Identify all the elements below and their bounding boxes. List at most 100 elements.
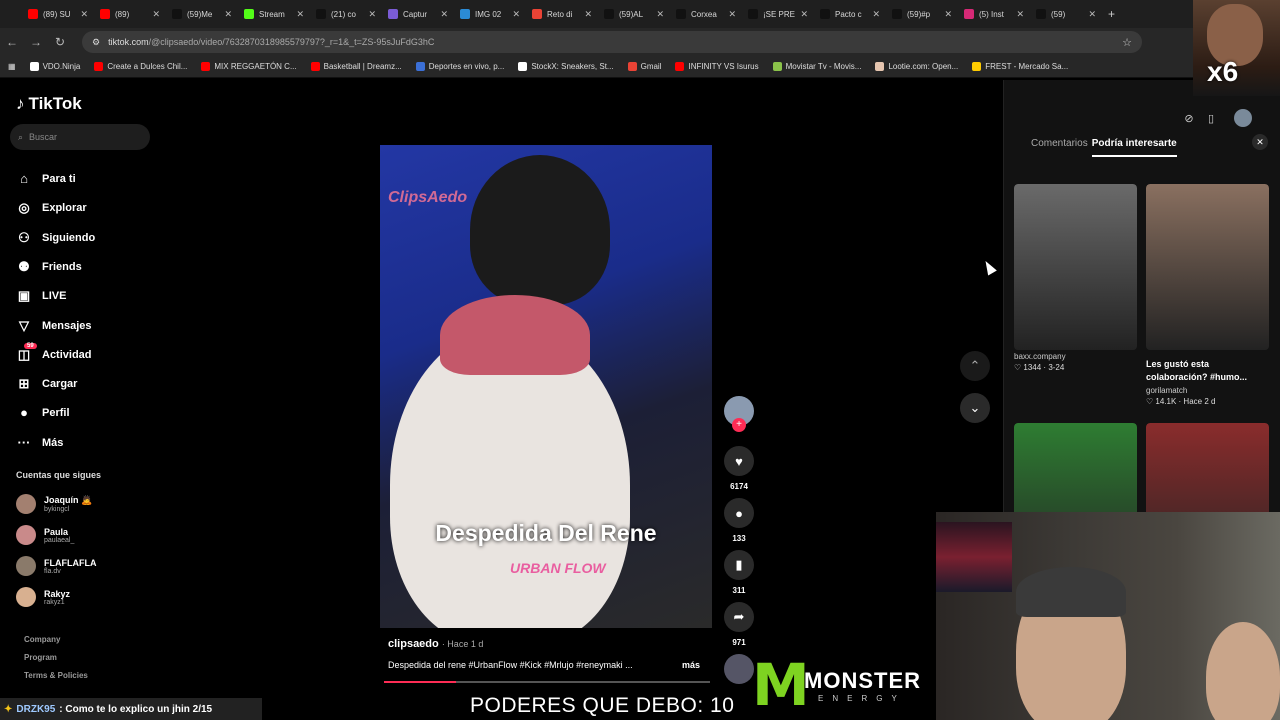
tab-favicon-icon <box>460 9 470 19</box>
sidebar-item-label: Explorar <box>42 202 87 214</box>
browser-tab[interactable]: (59)Me ✕ <box>166 0 238 28</box>
footer-link[interactable]: Company <box>24 635 60 644</box>
suggested-video-card[interactable]: baxx.company ♡ 1344 · 3-24 <box>1014 184 1137 372</box>
bookmark-item[interactable]: INFINITY VS Isurus <box>675 62 759 71</box>
tab-close-icon[interactable]: ✕ <box>224 9 232 20</box>
browser-tab[interactable]: (59) ✕ <box>1030 0 1102 28</box>
followed-account[interactable]: FLAFLAFLA fla.dv <box>16 556 96 576</box>
bookmark-item[interactable]: Gmail <box>627 62 661 71</box>
bookmark-item[interactable]: VDO.Ninja <box>29 62 80 71</box>
bookmark-item[interactable]: FREST - Mercado Sa... <box>972 62 1068 71</box>
tab-favicon-icon <box>892 9 902 19</box>
address-bar[interactable]: ⚙ tiktok.com/@clipsaedo/video/7632870318… <box>82 31 1142 53</box>
footer-link[interactable]: Terms & Policies <box>24 671 88 680</box>
tab-close-icon[interactable]: ✕ <box>584 9 592 20</box>
home-icon: ⌂ <box>20 171 28 186</box>
bookmark-item[interactable]: MIX REGGAETÓN C... <box>201 62 297 71</box>
bookmark-item[interactable]: Create a Dulces Chil... <box>94 62 187 71</box>
comment-button[interactable]: ● 133 <box>724 498 754 543</box>
bookmark-favicon-icon <box>518 62 528 71</box>
tab-close-icon[interactable]: ✕ <box>1088 9 1096 20</box>
search-input[interactable]: ⌕ Buscar <box>10 124 150 150</box>
user-avatar-icon[interactable] <box>1231 106 1255 130</box>
video-author[interactable]: clipsaedo <box>388 638 439 650</box>
bookmark-item[interactable]: Lootie.com: Open... <box>875 62 958 71</box>
previous-video-button[interactable]: ⌃ <box>960 351 990 381</box>
browser-tab[interactable]: IMG 02 ✕ <box>454 0 526 28</box>
sidebar-item-profile-avatar[interactable]: ● Perfil <box>16 405 69 420</box>
video-cap <box>440 295 590 375</box>
sidebar-item-upload[interactable]: ⊞ Cargar <box>16 376 78 392</box>
avatar <box>16 525 36 545</box>
browser-tab[interactable]: (59)AL ✕ <box>598 0 670 28</box>
forward-icon[interactable]: → <box>24 35 48 49</box>
sidebar-item-friends[interactable]: ⚉ Friends <box>16 259 82 275</box>
browser-tab[interactable]: Captur ✕ <box>382 0 454 28</box>
followed-account[interactable]: Joaquín 🙇 bykingcl <box>16 494 92 514</box>
follow-plus-icon[interactable]: + <box>732 418 746 432</box>
bookmark-item[interactable]: Movistar Tv - Movis... <box>772 62 861 71</box>
browser-tab[interactable]: Corxea ✕ <box>670 0 742 28</box>
sidebar-item-inbox[interactable]: ▽ Mensajes <box>16 318 92 334</box>
close-panel-icon[interactable]: ✕ <box>1252 134 1268 150</box>
browser-tab[interactable]: Stream ✕ <box>238 0 310 28</box>
like-button[interactable]: ♥ 6174 <box>724 446 754 491</box>
author-avatar-button[interactable]: + <box>724 396 754 432</box>
suggested-video-card[interactable]: Les gustó esta colaboración? #humo... gor… <box>1146 184 1269 406</box>
next-video-button[interactable]: ⌄ <box>960 393 990 423</box>
device-icon[interactable]: ▯ <box>1199 106 1223 130</box>
apps-icon[interactable]: ▦ <box>8 62 16 71</box>
browser-tab[interactable]: Reto di ✕ <box>526 0 598 28</box>
sidebar-item-user-follow[interactable]: ⚇ Siguiendo <box>16 230 95 246</box>
footer-link[interactable]: Program <box>24 653 57 662</box>
followed-account[interactable]: Paula paulaeal_ <box>16 525 74 545</box>
browser-tab[interactable]: ¡SE PRE ✕ <box>742 0 814 28</box>
tab-close-icon[interactable]: ✕ <box>728 9 736 20</box>
back-icon[interactable]: ← <box>0 35 24 49</box>
tab-close-icon[interactable]: ✕ <box>368 9 376 20</box>
video-player[interactable]: ClipsAedo Despedida Del Rene URBAN FLOW <box>380 145 712 628</box>
bookmark-item[interactable]: StockX: Sneakers, St... <box>518 62 614 71</box>
upload-icon: ⊞ <box>18 376 30 391</box>
browser-tab[interactable]: (21) co ✕ <box>310 0 382 28</box>
tab-close-icon[interactable]: ✕ <box>872 9 880 20</box>
more-link[interactable]: más <box>682 660 700 670</box>
tab-close-icon[interactable]: ✕ <box>1016 9 1024 20</box>
browser-tab[interactable]: (5) Inst ✕ <box>958 0 1030 28</box>
browser-tab[interactable]: (59)#p ✕ <box>886 0 958 28</box>
share-button[interactable]: ➦ 971 <box>724 602 754 647</box>
tiktok-logo[interactable]: ♪ TikTok <box>16 94 82 114</box>
site-info-icon[interactable]: ⚙ <box>92 37 100 48</box>
tab-close-icon[interactable]: ✕ <box>440 9 448 20</box>
video-progress-bar[interactable] <box>384 681 710 683</box>
sidebar-item-home[interactable]: ⌂ Para ti <box>16 171 76 186</box>
browser-tab[interactable]: (89) ✕ <box>94 0 166 28</box>
chat-badge-icon: ✦ <box>4 703 13 715</box>
tab-close-icon[interactable]: ✕ <box>656 9 664 20</box>
sidebar-item-activity[interactable]: ◫ 59 Actividad <box>16 343 92 363</box>
sidebar-item-more[interactable]: ··· Más <box>16 435 64 450</box>
bookmark-item[interactable]: Deportes en vivo, p... <box>415 62 504 71</box>
autoscroll-icon[interactable]: ⊘ <box>1177 106 1201 130</box>
reload-icon[interactable]: ↻ <box>48 35 72 49</box>
bookmark-star-icon[interactable]: ☆ <box>1122 36 1132 49</box>
browser-tab[interactable]: Pacto c ✕ <box>814 0 886 28</box>
tab-close-icon[interactable]: ✕ <box>800 9 808 20</box>
tab-favicon-icon <box>244 9 254 19</box>
sidebar-item-live[interactable]: ▣ LIVE <box>16 288 67 304</box>
tab-close-icon[interactable]: ✕ <box>944 9 952 20</box>
tab-close-icon[interactable]: ✕ <box>152 9 160 20</box>
sidebar-item-compass[interactable]: ◎ Explorar <box>16 200 87 216</box>
tab-close-icon[interactable]: ✕ <box>512 9 520 20</box>
tab-comments[interactable]: Comentarios <box>1031 138 1088 157</box>
save-button[interactable]: ▮ 311 <box>724 550 754 595</box>
mouse-cursor-icon <box>981 258 997 276</box>
tab-suggested[interactable]: Podría interesarte <box>1091 138 1177 157</box>
new-tab-icon[interactable]: + <box>1108 7 1115 21</box>
browser-tab[interactable]: (89) SU ✕ <box>22 0 94 28</box>
tab-close-icon[interactable]: ✕ <box>80 9 88 20</box>
bookmark-item[interactable]: Basketball | Dreamz... <box>310 62 402 71</box>
tab-close-icon[interactable]: ✕ <box>296 9 304 20</box>
followed-account[interactable]: Rakyz rakyz1 <box>16 587 70 607</box>
bookmark-favicon-icon <box>875 62 885 71</box>
